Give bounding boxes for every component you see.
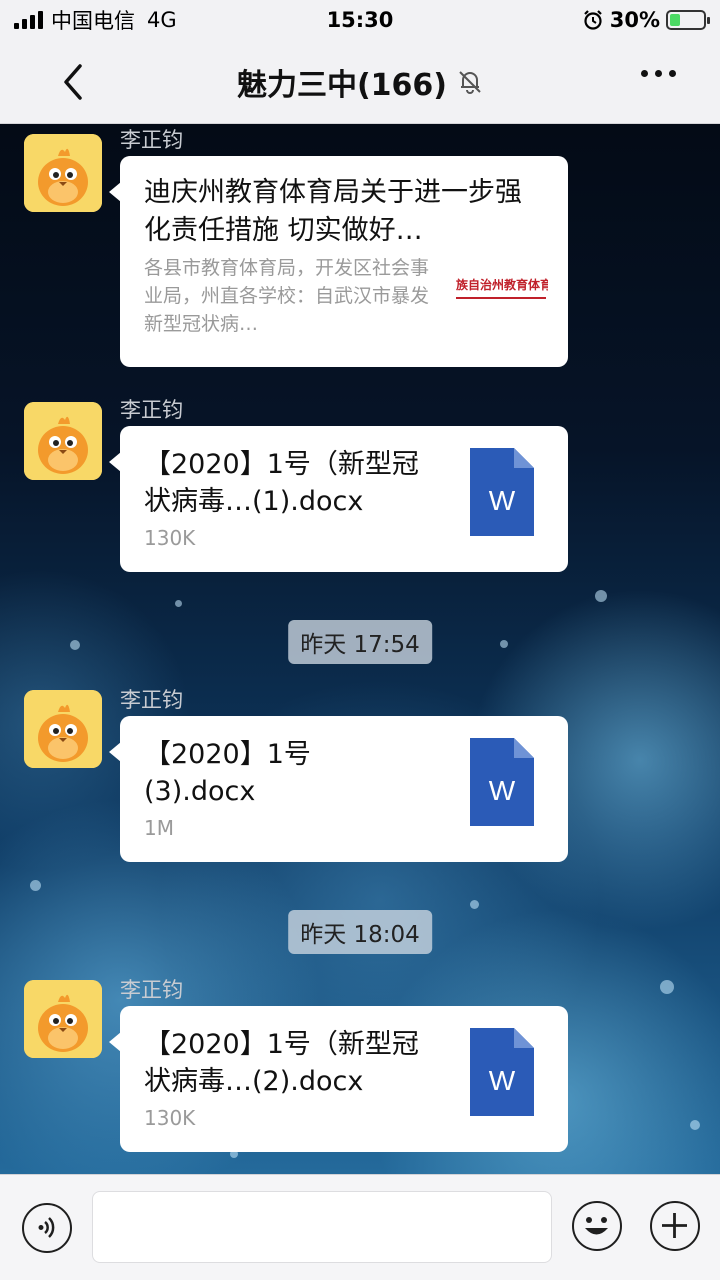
message-list[interactable]: 李正钧 迪庆州教育体育局关于进一步强化责任措施 切实做好… 各县市教育体育局，开… bbox=[0, 124, 720, 1174]
bell-slash-icon bbox=[459, 70, 481, 94]
battery-percent: 30% bbox=[609, 8, 660, 32]
emoji-icon[interactable] bbox=[572, 1201, 622, 1251]
file-card[interactable]: 【2020】1号（新型冠状病毒…(1).docx 130K W bbox=[109, 426, 568, 572]
article-thumbnail: 族自治州教育体育 bbox=[456, 276, 548, 326]
chick-avatar-icon bbox=[24, 690, 102, 768]
file-name: 【2020】1号 (3).docx bbox=[144, 739, 311, 807]
article-description: 各县市教育体育局，开发区社会事业局，州直各学校：自武汉市暴发新型冠状病… bbox=[144, 257, 430, 335]
carrier-label: 中国电信 bbox=[51, 9, 135, 33]
network-label: 4G bbox=[147, 8, 177, 32]
word-document-icon: W bbox=[470, 1028, 534, 1116]
avatar[interactable] bbox=[24, 134, 102, 212]
input-bar bbox=[0, 1174, 720, 1280]
sender-name: 李正钧 bbox=[120, 128, 183, 152]
voice-wave-icon bbox=[38, 1217, 55, 1238]
battery-level bbox=[670, 14, 680, 26]
article-title: 迪庆州教育体育局关于进一步强化责任措施 切实做好… bbox=[144, 177, 522, 246]
message-input[interactable] bbox=[92, 1191, 552, 1263]
smiley-icon bbox=[585, 1217, 608, 1235]
plus-circle-icon[interactable] bbox=[650, 1201, 700, 1251]
word-document-icon: W bbox=[470, 448, 534, 536]
file-name: 【2020】1号（新型冠状病毒…(1).docx bbox=[144, 449, 419, 517]
svg-text:W: W bbox=[489, 775, 516, 806]
thumbnail-text: 族自治州教育体育 bbox=[456, 278, 548, 292]
chat-title: 魅力三中(166) bbox=[236, 67, 448, 103]
voice-icon[interactable] bbox=[22, 1203, 72, 1253]
avatar[interactable] bbox=[24, 980, 102, 1058]
timestamp-divider: 昨天 17:54 bbox=[288, 620, 432, 664]
svg-text:W: W bbox=[489, 485, 516, 516]
file-card[interactable]: 【2020】1号 (3).docx 1M W bbox=[109, 716, 568, 862]
article-card[interactable]: 迪庆州教育体育局关于进一步强化责任措施 切实做好… 各县市教育体育局，开发区社会… bbox=[109, 156, 568, 367]
chick-avatar-icon bbox=[24, 980, 102, 1058]
timestamp-divider: 昨天 18:04 bbox=[288, 910, 432, 954]
signal-icon bbox=[14, 11, 43, 29]
file-card[interactable]: 【2020】1号（新型冠状病毒…(2).docx 130K W bbox=[109, 1006, 568, 1152]
avatar[interactable] bbox=[24, 690, 102, 768]
more-icon[interactable] bbox=[641, 70, 676, 77]
file-name: 【2020】1号（新型冠状病毒…(2).docx bbox=[144, 1029, 419, 1097]
file-size: 130K bbox=[144, 526, 196, 550]
avatar[interactable] bbox=[24, 402, 102, 480]
status-bar: 中国电信 4G 15:30 30% bbox=[0, 0, 720, 40]
plus-icon bbox=[662, 1213, 687, 1238]
file-size: 1M bbox=[144, 816, 174, 840]
sender-name: 李正钧 bbox=[120, 688, 183, 712]
svg-text:W: W bbox=[489, 1065, 516, 1096]
sender-name: 李正钧 bbox=[120, 978, 183, 1002]
file-size: 130K bbox=[144, 1106, 196, 1130]
word-document-icon: W bbox=[470, 738, 534, 826]
chevron-left-icon[interactable] bbox=[58, 62, 88, 102]
chick-avatar-icon bbox=[24, 402, 102, 480]
alarm-icon bbox=[583, 10, 602, 30]
chick-avatar-icon bbox=[24, 134, 102, 212]
sender-name: 李正钧 bbox=[120, 398, 183, 422]
battery-icon bbox=[666, 10, 710, 30]
chat-header: 魅力三中(166) bbox=[0, 40, 720, 124]
